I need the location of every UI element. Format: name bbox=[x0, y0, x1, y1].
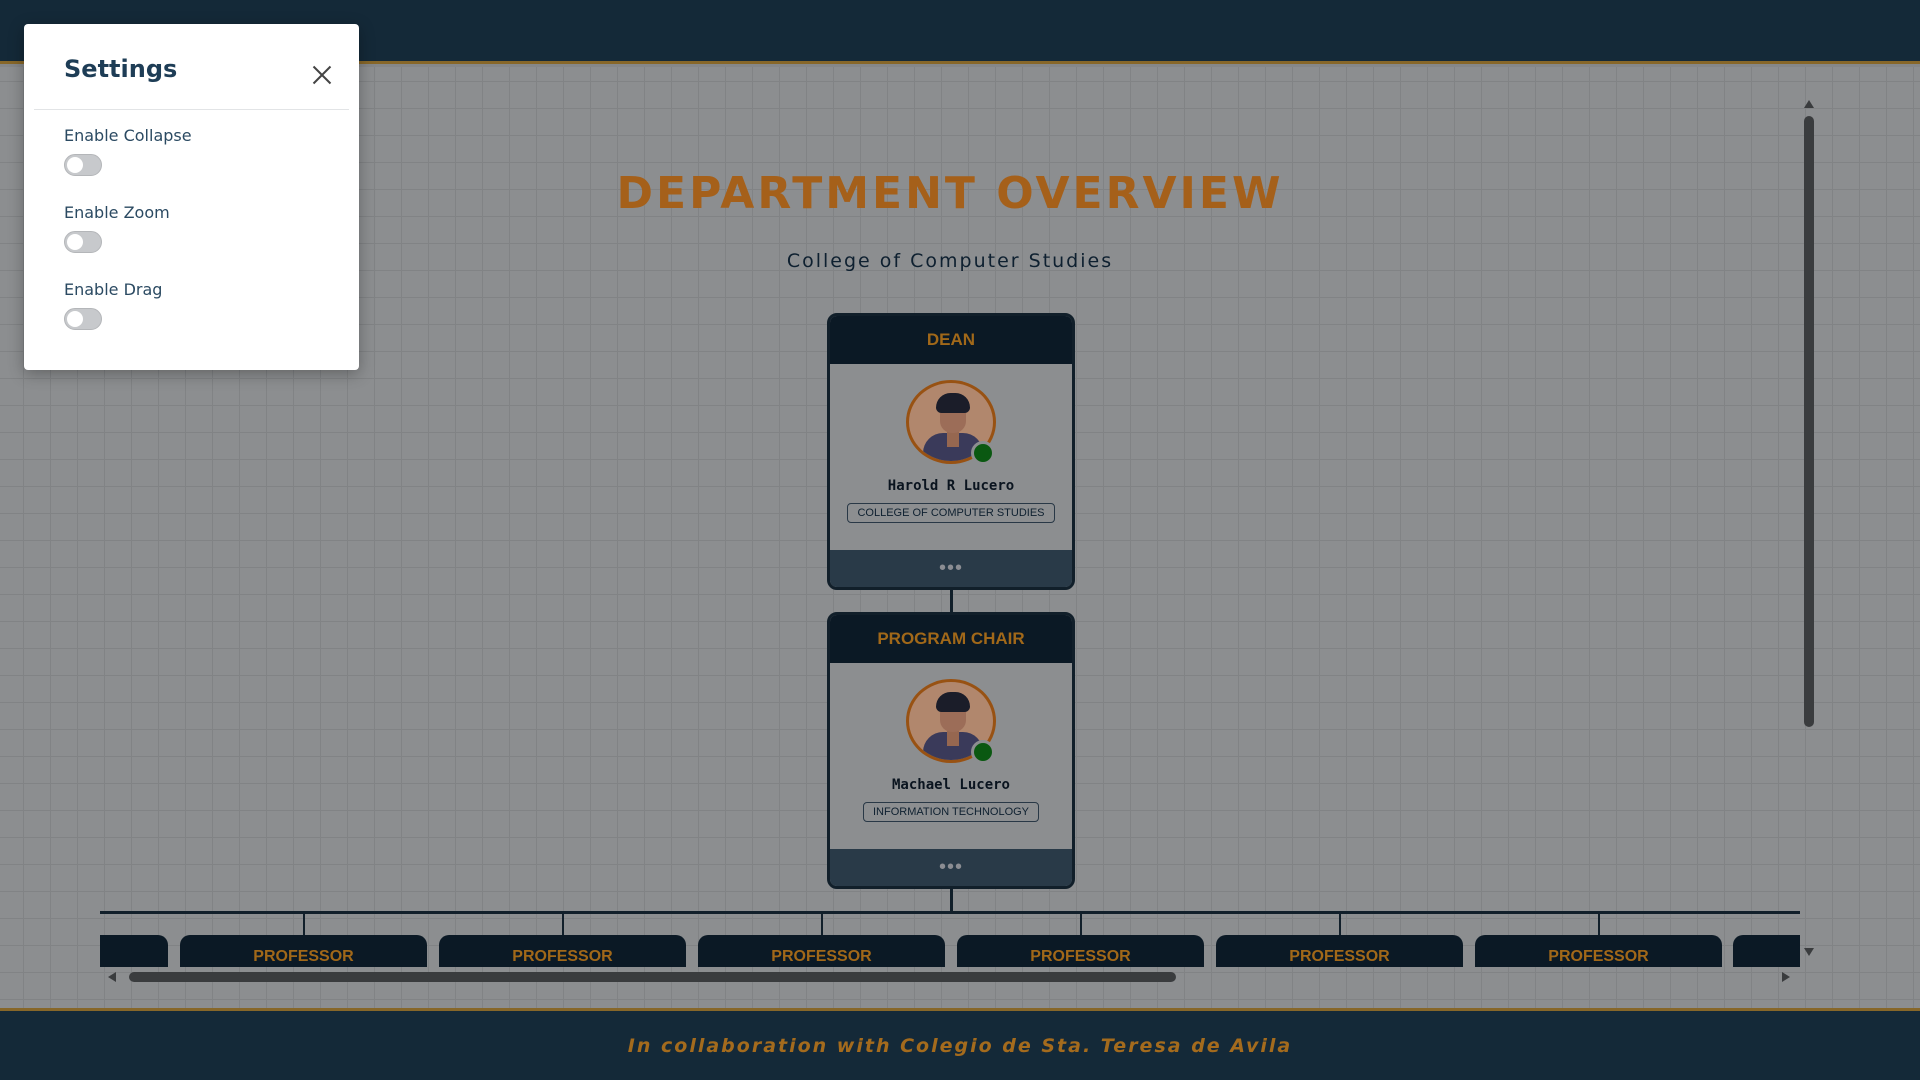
professor-card[interactable]: PROFESSOR bbox=[1475, 935, 1722, 967]
close-icon[interactable] bbox=[307, 60, 337, 90]
professor-card[interactable]: PROFESSOR bbox=[180, 935, 427, 967]
online-status-dot bbox=[971, 740, 995, 764]
connector-prof-5 bbox=[1339, 911, 1341, 935]
professor-card[interactable]: PROFESSOR bbox=[957, 935, 1204, 967]
setting-enable-zoom: Enable Zoom bbox=[64, 203, 170, 253]
connector-chair-down bbox=[950, 888, 953, 913]
dean-card[interactable]: DEAN Harold R Lucero COLLEGE OF COMPUTER… bbox=[827, 313, 1075, 590]
toggle-knob bbox=[67, 234, 83, 250]
toggle-knob bbox=[67, 157, 83, 173]
setting-enable-collapse: Enable Collapse bbox=[64, 126, 192, 176]
more-options-button[interactable]: ••• bbox=[830, 550, 1072, 587]
scroll-up-icon[interactable] bbox=[1804, 100, 1814, 108]
setting-label: Enable Collapse bbox=[64, 126, 192, 145]
professor-card[interactable]: PROFESSOR bbox=[439, 935, 686, 967]
online-status-dot bbox=[971, 441, 995, 465]
card-role-header: PROGRAM CHAIR bbox=[830, 615, 1072, 663]
program-chair-card[interactable]: PROGRAM CHAIR Machael Lucero INFORMATION… bbox=[827, 612, 1075, 889]
toggle-knob bbox=[67, 311, 83, 327]
scroll-right-icon[interactable] bbox=[1782, 972, 1790, 982]
footer-bar: In collaboration with Colegio de Sta. Te… bbox=[0, 1008, 1920, 1080]
card-role-header: DEAN bbox=[830, 316, 1072, 364]
professor-card[interactable]: PROFESSOR bbox=[698, 935, 945, 967]
professor-card[interactable]: PROFESSOR bbox=[1216, 935, 1463, 967]
person-name: Machael Lucero bbox=[891, 777, 1010, 793]
professor-card-partial-left[interactable] bbox=[100, 935, 168, 967]
collapse-toggle[interactable] bbox=[64, 154, 102, 176]
card-body: Harold R Lucero COLLEGE OF COMPUTER STUD… bbox=[830, 364, 1072, 550]
department-tag: INFORMATION TECHNOLOGY bbox=[862, 802, 1040, 822]
horizontal-scrollbar[interactable] bbox=[100, 970, 1800, 984]
connector-prof-4 bbox=[1080, 911, 1082, 935]
vertical-scrollbar[interactable] bbox=[1802, 96, 1816, 956]
connector-prof-3 bbox=[821, 911, 823, 935]
more-options-button[interactable]: ••• bbox=[830, 849, 1072, 886]
person-name: Harold R Lucero bbox=[887, 478, 1015, 494]
footer-credit: In collaboration with Colegio de Sta. Te… bbox=[627, 1034, 1293, 1057]
scroll-down-icon[interactable] bbox=[1804, 948, 1814, 956]
settings-panel: Settings Enable Collapse Enable Zoom Ena… bbox=[24, 24, 359, 370]
department-tag: COLLEGE OF COMPUTER STUDIES bbox=[847, 503, 1055, 523]
setting-label: Enable Drag bbox=[64, 280, 163, 299]
connector-dean-chair bbox=[950, 590, 953, 614]
setting-enable-drag: Enable Drag bbox=[64, 280, 162, 330]
connector-horizontal bbox=[100, 911, 1800, 914]
drag-toggle[interactable] bbox=[64, 308, 102, 330]
connector-prof-1 bbox=[303, 911, 305, 935]
connector-prof-2 bbox=[562, 911, 564, 935]
professor-card-partial-right[interactable] bbox=[1733, 935, 1800, 967]
card-body: Machael Lucero INFORMATION TECHNOLOGY bbox=[830, 663, 1072, 849]
horizontal-scroll-thumb[interactable] bbox=[129, 972, 1176, 982]
connector-prof-6 bbox=[1598, 911, 1600, 935]
settings-divider bbox=[34, 109, 349, 110]
settings-title: Settings bbox=[64, 55, 178, 83]
setting-label: Enable Zoom bbox=[64, 203, 170, 222]
scroll-left-icon[interactable] bbox=[108, 972, 116, 982]
vertical-scroll-thumb[interactable] bbox=[1804, 116, 1814, 727]
zoom-toggle[interactable] bbox=[64, 231, 102, 253]
